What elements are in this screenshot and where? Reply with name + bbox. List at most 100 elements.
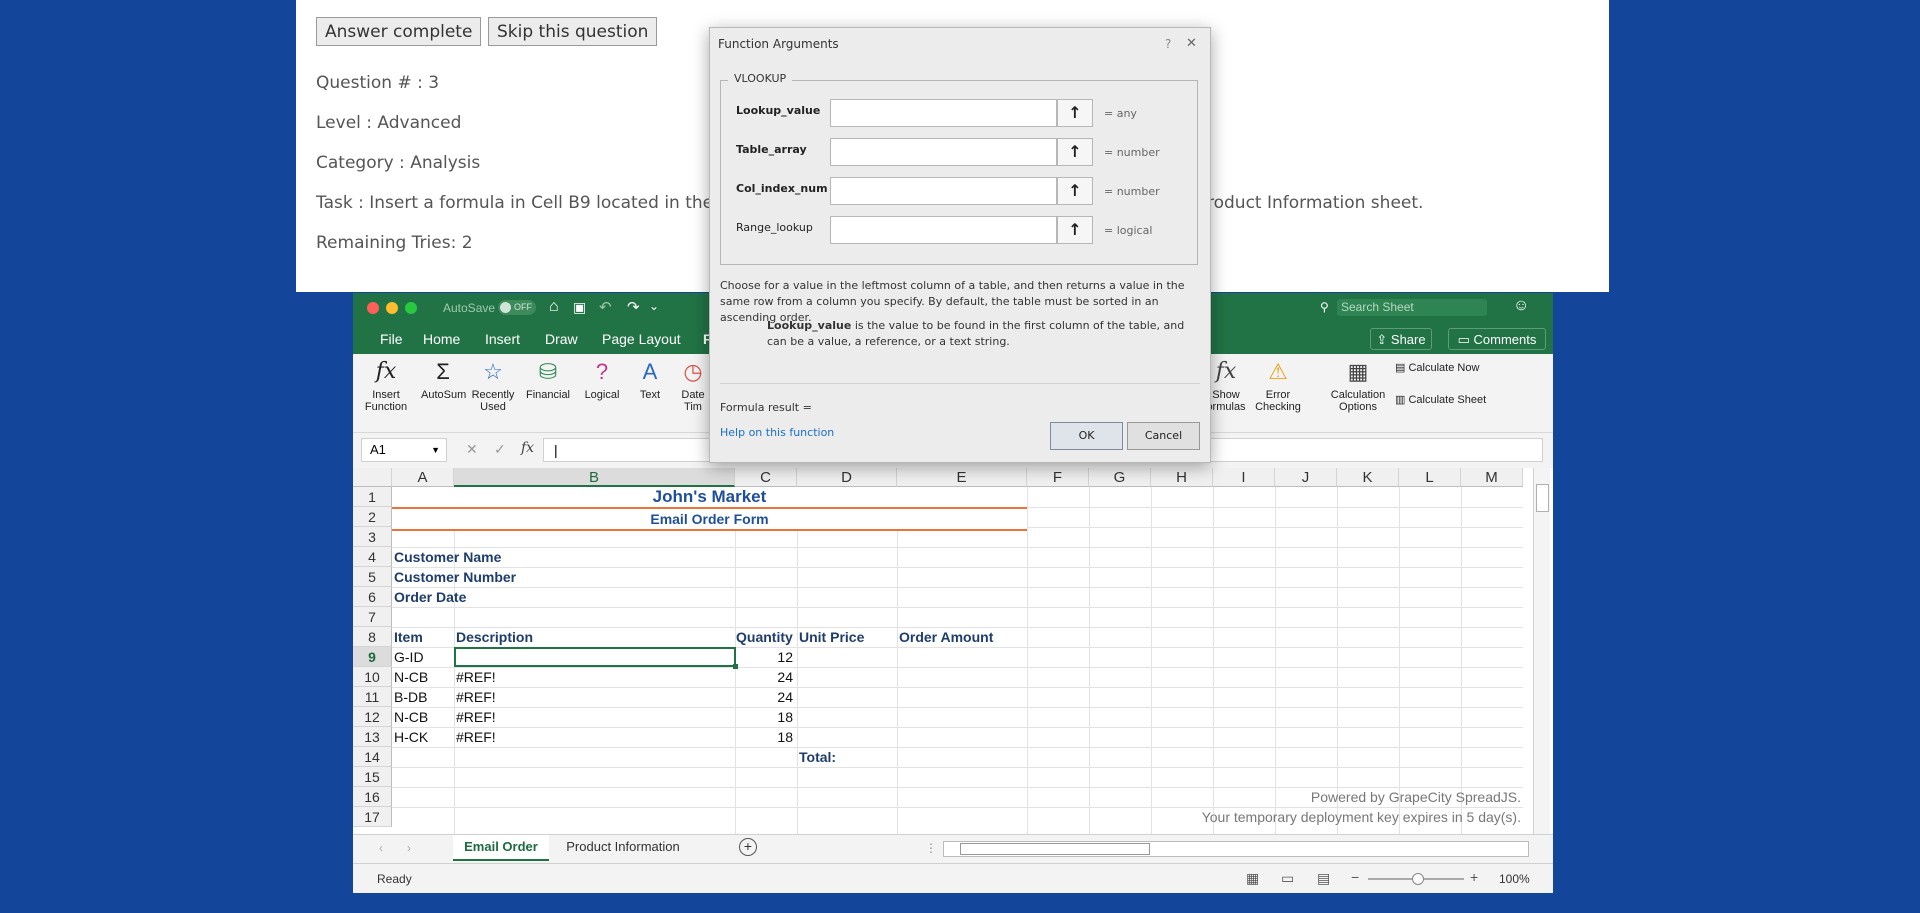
header-item[interactable]: Item bbox=[394, 627, 423, 647]
range-lookup-collapse-icon[interactable]: ↑ bbox=[1057, 216, 1093, 244]
column-header[interactable]: J bbox=[1275, 468, 1337, 487]
ok-button[interactable]: OK bbox=[1050, 422, 1123, 450]
name-box-dropdown-icon[interactable]: ▼ bbox=[431, 439, 440, 461]
next-sheet-icon[interactable]: › bbox=[407, 841, 411, 855]
horizontal-scrollbar[interactable] bbox=[943, 841, 1529, 857]
normal-view-icon[interactable]: ▦ bbox=[1246, 870, 1259, 887]
row-header[interactable]: 11 bbox=[353, 687, 392, 707]
header-unit-price[interactable]: Unit Price bbox=[799, 627, 864, 647]
quantity-cell[interactable]: 18 bbox=[735, 707, 793, 727]
row-header[interactable]: 16 bbox=[353, 787, 392, 807]
lookup-value-collapse-icon[interactable]: ↑ bbox=[1057, 99, 1093, 127]
dialog-close-icon[interactable]: ✕ bbox=[1186, 36, 1197, 51]
column-header[interactable]: L bbox=[1399, 468, 1461, 487]
vertical-scroll-thumb[interactable] bbox=[1536, 484, 1549, 512]
lookup-value-input[interactable] bbox=[830, 99, 1057, 127]
calculation-options-button[interactable]: ▦ Calculation Options bbox=[1328, 357, 1388, 413]
cancel-button[interactable]: Cancel bbox=[1127, 422, 1200, 450]
zoom-level[interactable]: 100% bbox=[1499, 872, 1530, 886]
description-cell[interactable]: #REF! bbox=[456, 667, 496, 687]
column-header[interactable]: C bbox=[735, 468, 797, 487]
zoom-out-icon[interactable]: − bbox=[1351, 869, 1359, 885]
row-header[interactable]: 10 bbox=[353, 667, 392, 687]
save-icon[interactable]: ▣ bbox=[573, 299, 586, 316]
tab-draw[interactable]: Draw bbox=[545, 331, 578, 347]
row-header[interactable]: 7 bbox=[353, 607, 392, 627]
share-button[interactable]: ⇪ Share bbox=[1370, 328, 1432, 350]
column-header[interactable]: M bbox=[1461, 468, 1523, 487]
zoom-slider-knob[interactable] bbox=[1412, 873, 1424, 885]
row-header[interactable]: 9 bbox=[353, 647, 392, 667]
customer-name-label[interactable]: Customer Name bbox=[394, 547, 501, 567]
description-cell[interactable]: #REF! bbox=[456, 727, 496, 747]
close-window-button[interactable] bbox=[367, 302, 379, 314]
page-layout-view-icon[interactable]: ▭ bbox=[1281, 870, 1294, 887]
header-quantity[interactable]: Quantity bbox=[736, 627, 793, 647]
description-cell[interactable]: #REF! bbox=[456, 707, 496, 727]
row-header[interactable]: 2 bbox=[353, 507, 392, 527]
vertical-scrollbar[interactable] bbox=[1533, 468, 1550, 834]
column-header[interactable]: F bbox=[1027, 468, 1089, 487]
zoom-slider[interactable] bbox=[1368, 873, 1464, 885]
item-cell[interactable]: B-DB bbox=[394, 687, 427, 707]
customer-number-label[interactable]: Customer Number bbox=[394, 567, 516, 587]
sheet-subtitle[interactable]: Email Order Form bbox=[392, 509, 1027, 529]
header-description[interactable]: Description bbox=[456, 627, 533, 647]
logical-button[interactable]: ? Logical bbox=[582, 357, 622, 401]
recently-used-button[interactable]: ☆ Recently Used bbox=[470, 357, 516, 413]
page-break-view-icon[interactable]: ▤ bbox=[1317, 870, 1330, 887]
horizontal-scroll-thumb[interactable] bbox=[960, 843, 1150, 855]
calculate-now-button[interactable]: ▤ Calculate Now bbox=[1395, 361, 1479, 374]
row-header[interactable]: 8 bbox=[353, 627, 392, 647]
row-header[interactable]: 12 bbox=[353, 707, 392, 727]
item-cell[interactable]: G-ID bbox=[394, 647, 424, 667]
tab-splitter-icon[interactable]: ⋮ bbox=[925, 841, 937, 855]
header-order-amount[interactable]: Order Amount bbox=[899, 627, 993, 647]
quantity-cell[interactable]: 12 bbox=[735, 647, 793, 667]
quantity-cell[interactable]: 24 bbox=[735, 687, 793, 707]
column-header[interactable]: K bbox=[1337, 468, 1399, 487]
autosave-toggle[interactable]: OFF bbox=[498, 300, 536, 315]
text-functions-button[interactable]: A Text bbox=[635, 357, 665, 401]
row-header[interactable]: 15 bbox=[353, 767, 392, 787]
confirm-entry-icon[interactable]: ✓ bbox=[494, 441, 506, 458]
insert-function-button[interactable]: fx Insert Function bbox=[361, 357, 411, 413]
table-array-input[interactable] bbox=[830, 138, 1057, 166]
select-all-corner[interactable] bbox=[353, 468, 392, 487]
item-cell[interactable]: H-CK bbox=[394, 727, 428, 747]
tab-file[interactable]: File bbox=[380, 331, 403, 347]
maximize-window-button[interactable] bbox=[405, 302, 417, 314]
column-header[interactable]: D bbox=[797, 468, 897, 487]
name-box[interactable]: A1 ▼ bbox=[361, 438, 447, 462]
column-header[interactable]: H bbox=[1151, 468, 1213, 487]
sheet-tab-product-information[interactable]: Product Information bbox=[551, 835, 695, 859]
error-checking-button[interactable]: ⚠ Error Checking bbox=[1252, 357, 1304, 413]
financial-button[interactable]: ⛁ Financial bbox=[525, 357, 571, 401]
dialog-help-button[interactable]: ? bbox=[1165, 37, 1171, 51]
zoom-in-icon[interactable]: + bbox=[1470, 869, 1478, 885]
home-icon[interactable]: ⌂ bbox=[549, 298, 559, 316]
sheet-tab-email-order[interactable]: Email Order bbox=[453, 835, 549, 861]
order-date-label[interactable]: Order Date bbox=[394, 587, 466, 607]
redo-icon[interactable]: ↷ bbox=[627, 298, 640, 316]
autosum-button[interactable]: Σ AutoSum bbox=[421, 357, 466, 401]
undo-icon[interactable]: ↶ bbox=[599, 298, 612, 316]
minimize-window-button[interactable] bbox=[386, 302, 398, 314]
row-header[interactable]: 3 bbox=[353, 527, 392, 547]
column-header[interactable]: G bbox=[1089, 468, 1151, 487]
item-cell[interactable]: N-CB bbox=[394, 707, 428, 727]
calculate-sheet-button[interactable]: ▥ Calculate Sheet bbox=[1395, 393, 1486, 406]
col-index-num-input[interactable] bbox=[830, 177, 1057, 205]
row-header[interactable]: 17 bbox=[353, 807, 392, 827]
row-header[interactable]: 1 bbox=[353, 487, 392, 507]
help-on-function-link[interactable]: Help on this function bbox=[720, 426, 834, 439]
col-index-num-collapse-icon[interactable]: ↑ bbox=[1057, 177, 1093, 205]
fx-insert-icon[interactable]: fx bbox=[521, 440, 534, 456]
tab-home[interactable]: Home bbox=[423, 331, 460, 347]
column-header[interactable]: I bbox=[1213, 468, 1275, 487]
column-header[interactable]: E bbox=[897, 468, 1027, 487]
skip-question-button[interactable]: Skip this question bbox=[488, 17, 658, 46]
show-formulas-button[interactable]: fx Show ormulas bbox=[1206, 357, 1246, 413]
quantity-cell[interactable]: 18 bbox=[735, 727, 793, 747]
add-sheet-icon[interactable]: + bbox=[739, 838, 757, 856]
